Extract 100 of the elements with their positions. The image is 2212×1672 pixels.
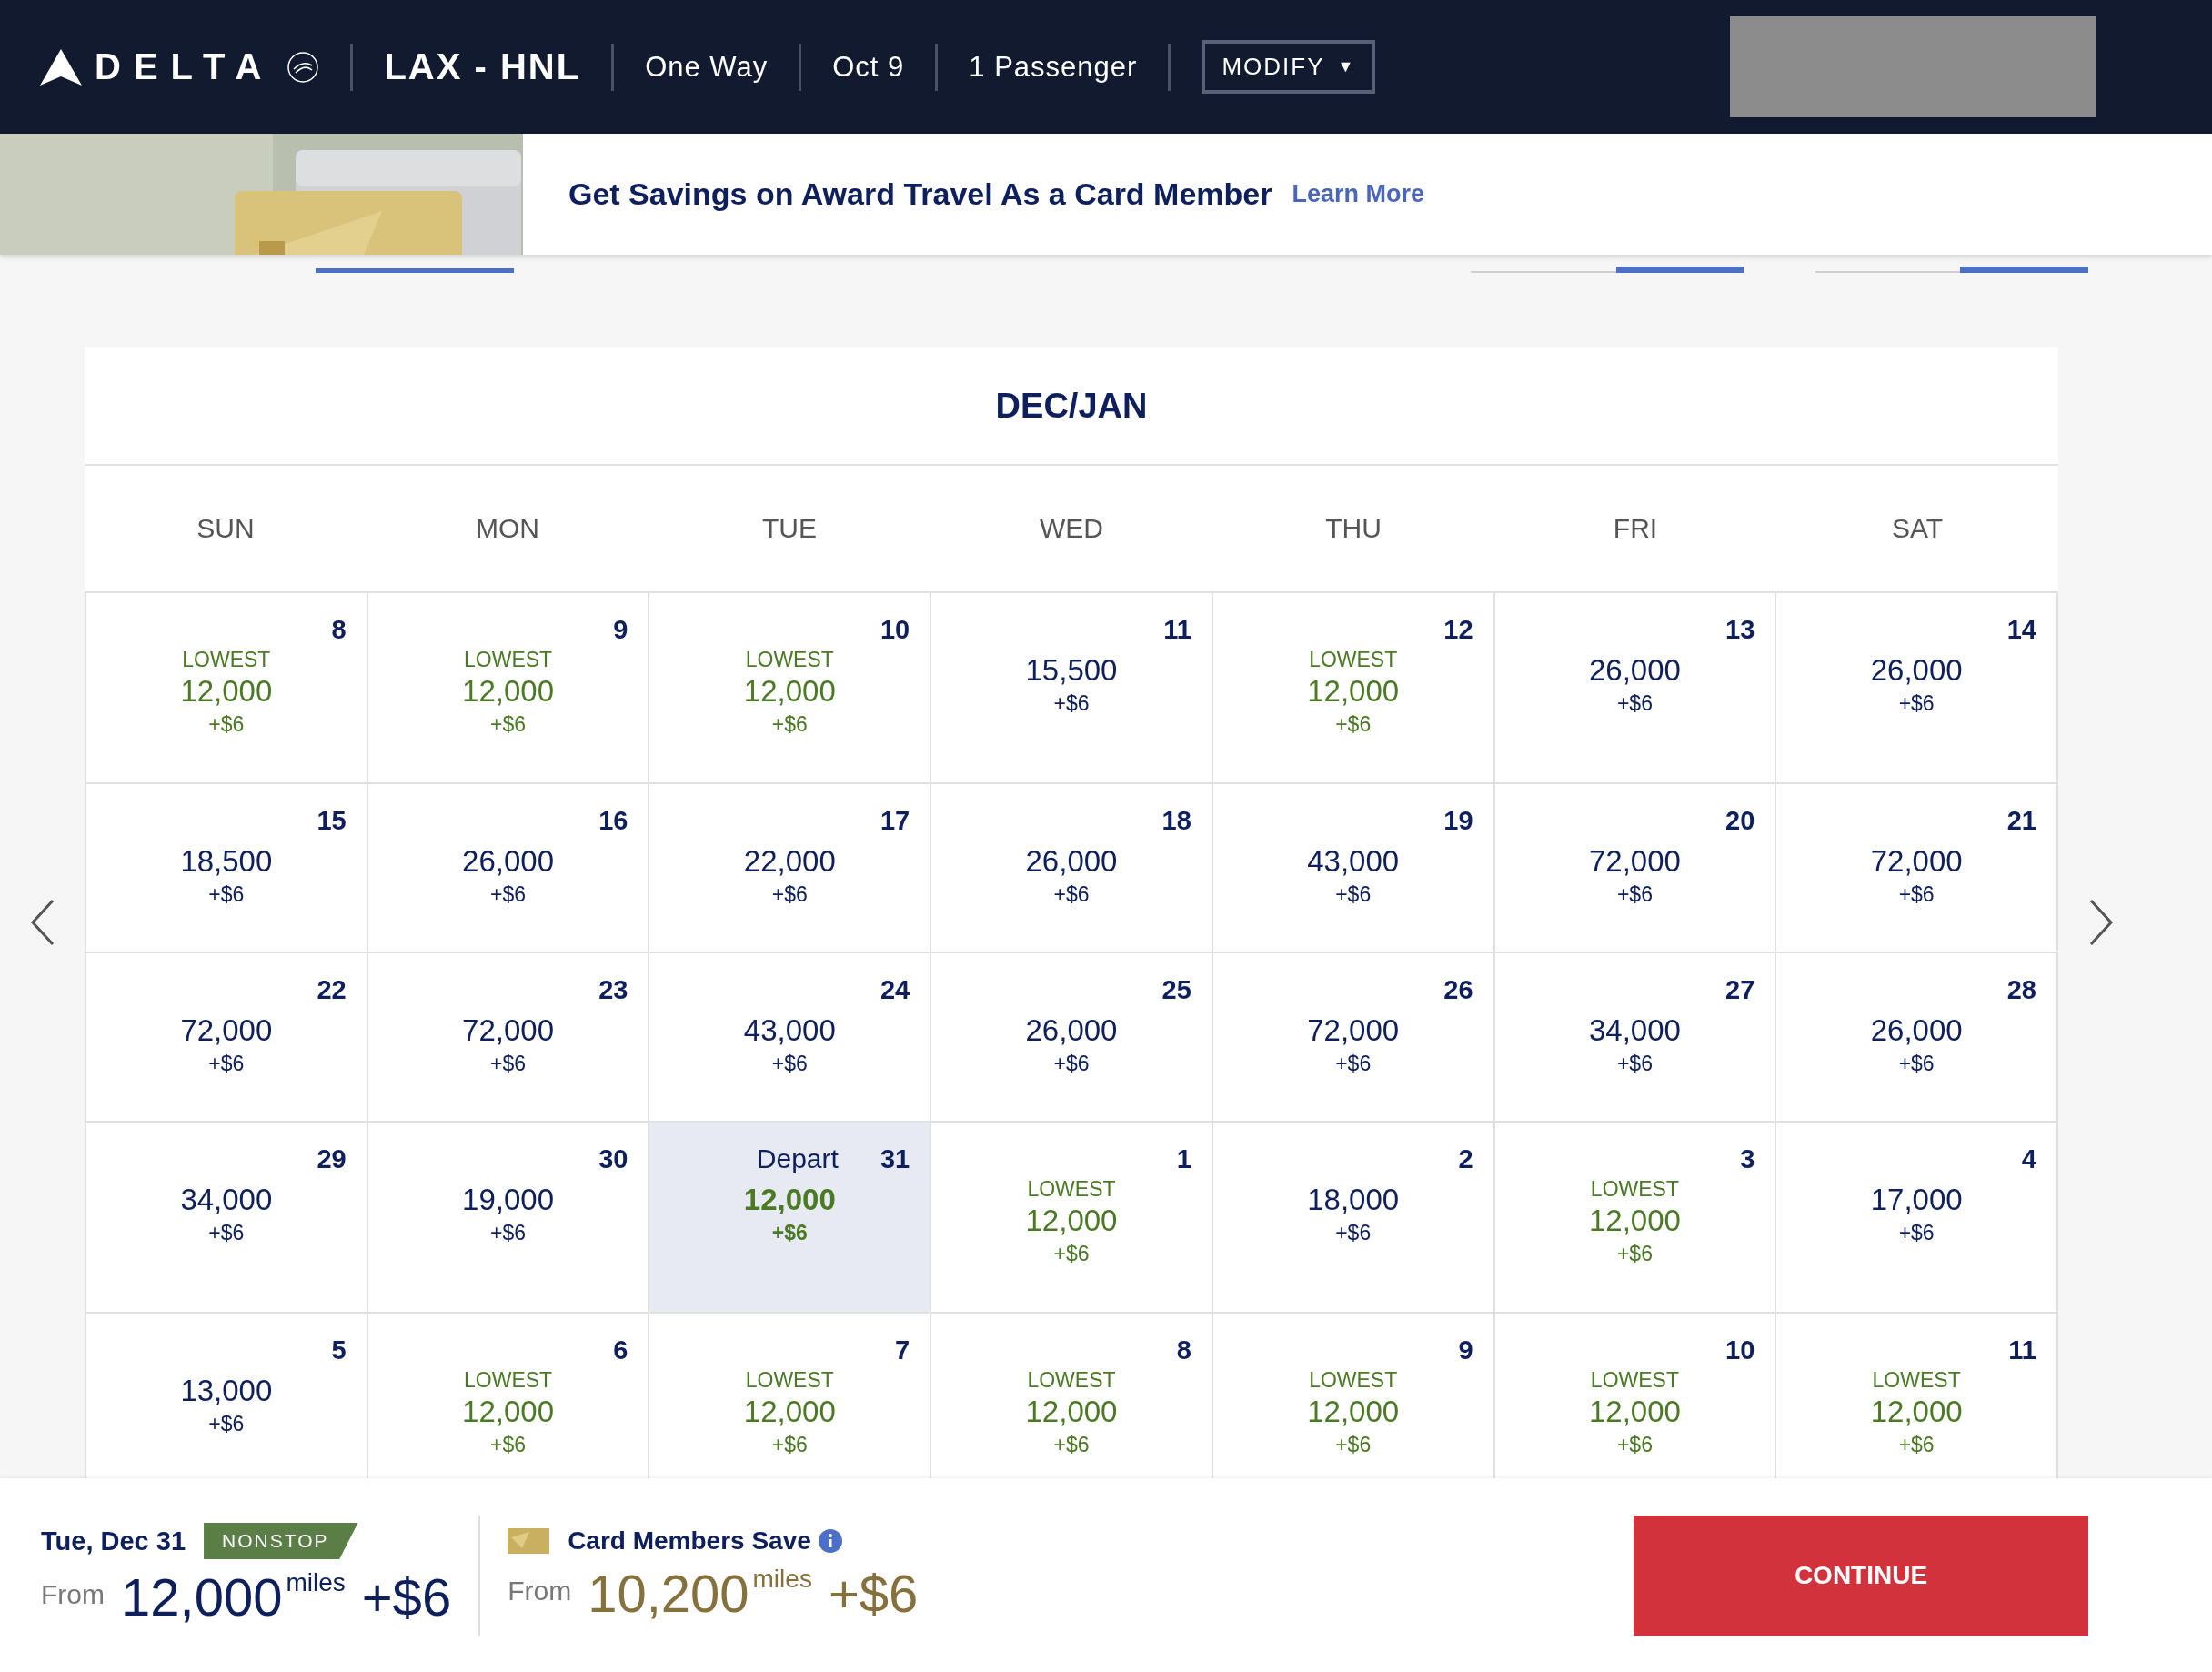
day-number: 21 xyxy=(2006,805,2036,836)
fee-amount: +$6 xyxy=(1053,882,1090,907)
date-cell[interactable]: 11 15,500 +$6 xyxy=(931,593,1213,784)
miles-price: 12,000 xyxy=(180,674,273,709)
fee-amount: +$6 xyxy=(1898,1052,1935,1076)
day-number: 16 xyxy=(598,805,628,836)
miles-price: 12,000 xyxy=(1870,1395,1963,1429)
date-cell[interactable]: 8 LOWEST 12,000 +$6 xyxy=(86,593,368,784)
miles-price: 12,000 xyxy=(743,674,836,709)
day-number: 9 xyxy=(613,614,628,645)
promo-headline: Get Savings on Award Travel As a Card Member xyxy=(568,176,1272,212)
month-title: DEC/JAN xyxy=(995,386,1148,426)
day-number: 1 xyxy=(1176,1143,1191,1174)
continue-button[interactable]: CONTINUE xyxy=(1634,1515,2088,1636)
fee-amount: +$6 xyxy=(208,1052,245,1076)
miles-total: 12,000 xyxy=(121,1566,283,1627)
fee-amount: +$6 xyxy=(490,882,527,907)
day-number: 12 xyxy=(1443,614,1473,645)
date-cell[interactable]: 4 17,000 +$6 xyxy=(1776,1123,2058,1314)
fee-amount: +$6 xyxy=(1616,1433,1653,1457)
day-number: 28 xyxy=(2006,974,2036,1005)
fee-amount: +$6 xyxy=(1898,691,1935,716)
fee-amount: +$6 xyxy=(771,1052,808,1076)
miles-price: 12,000 xyxy=(1588,1204,1681,1238)
lowest-label: LOWEST xyxy=(1590,1177,1679,1202)
travel-date: Oct 9 xyxy=(832,50,905,84)
miles-price: 12,000 xyxy=(743,1183,836,1217)
date-cell[interactable]: 17 22,000 +$6 xyxy=(649,784,932,953)
fee-amount: +$6 xyxy=(1053,1242,1090,1266)
date-cell[interactable]: 25 26,000 +$6 xyxy=(931,953,1213,1123)
date-cell[interactable]: 20 72,000 +$6 xyxy=(1494,784,1777,953)
day-number: 14 xyxy=(2006,614,2036,645)
miles-price: 19,000 xyxy=(462,1183,555,1217)
fee-total: +$6 xyxy=(361,1566,452,1627)
date-cell[interactable]: 3 LOWEST 12,000 +$6 xyxy=(1494,1123,1777,1314)
info-icon[interactable] xyxy=(818,1529,842,1553)
fee-amount: +$6 xyxy=(1053,1433,1090,1457)
lowest-label: LOWEST xyxy=(1027,1368,1116,1393)
miles-price: 26,000 xyxy=(1870,1013,1963,1048)
fee-amount: +$6 xyxy=(1616,1242,1653,1266)
day-number: 15 xyxy=(317,805,347,836)
globe-icon xyxy=(287,50,320,84)
miles-price: 18,500 xyxy=(180,844,273,879)
lowest-label: LOWEST xyxy=(1590,1368,1679,1393)
miles-price: 43,000 xyxy=(743,1013,836,1048)
date-cell[interactable]: 27 34,000 +$6 xyxy=(1494,953,1777,1123)
date-cell[interactable]: 30 19,000 +$6 xyxy=(367,1123,650,1314)
day-number: 8 xyxy=(331,614,347,645)
fee-amount: +$6 xyxy=(771,1221,808,1245)
date-cell[interactable]: 28 26,000 +$6 xyxy=(1776,953,2058,1123)
day-number: 10 xyxy=(1725,1335,1755,1365)
miles-price: 12,000 xyxy=(462,1395,555,1429)
miles-price: 12,000 xyxy=(1588,1395,1681,1429)
miles-price: 72,000 xyxy=(1588,844,1681,879)
date-cell[interactable]: 1 LOWEST 12,000 +$6 xyxy=(931,1123,1213,1314)
day-number: 19 xyxy=(1443,805,1473,836)
fee-total: +$6 xyxy=(828,1563,919,1624)
date-cell[interactable]: 23 72,000 +$6 xyxy=(367,953,650,1123)
fee-amount: +$6 xyxy=(1616,1052,1653,1076)
fee-amount: +$6 xyxy=(208,1412,245,1436)
fee-amount: +$6 xyxy=(771,1433,808,1457)
date-cell[interactable]: 29 34,000 +$6 xyxy=(86,1123,368,1314)
date-cell[interactable]: 26 72,000 +$6 xyxy=(1212,953,1495,1123)
date-cell[interactable]: 18 26,000 +$6 xyxy=(931,784,1213,953)
day-number: 25 xyxy=(1161,974,1191,1005)
date-cell[interactable]: 21 72,000 +$6 xyxy=(1776,784,2058,953)
date-cell[interactable]: 10 LOWEST 12,000 +$6 xyxy=(649,593,932,784)
day-number: 20 xyxy=(1725,805,1755,836)
triangle-logo-icon xyxy=(40,48,82,86)
day-number: 4 xyxy=(2021,1143,2036,1174)
date-cell[interactable]: 13 26,000 +$6 xyxy=(1494,593,1777,784)
date-cell[interactable]: 14 26,000 +$6 xyxy=(1776,593,2058,784)
date-cell[interactable]: Depart 31 12,000 +$6 xyxy=(649,1123,932,1314)
lowest-label: LOWEST xyxy=(1309,648,1398,672)
date-cell[interactable]: 9 LOWEST 12,000 +$6 xyxy=(367,593,650,784)
date-cell[interactable]: 12 LOWEST 12,000 +$6 xyxy=(1212,593,1495,784)
date-cell[interactable]: 15 18,500 +$6 xyxy=(86,784,368,953)
day-number: 24 xyxy=(880,974,910,1005)
date-cell[interactable]: 22 72,000 +$6 xyxy=(86,953,368,1123)
date-cell[interactable]: 2 18,000 +$6 xyxy=(1212,1123,1495,1314)
lowest-label: LOWEST xyxy=(745,1368,834,1393)
weekday-label: TUE xyxy=(761,513,818,544)
weekday-label: MON xyxy=(475,513,540,544)
passenger-count: 1 Passenger xyxy=(969,50,1138,84)
from-label: From xyxy=(508,1576,572,1607)
learn-more-link[interactable]: Learn More xyxy=(1292,180,1424,208)
date-cell[interactable]: 24 43,000 +$6 xyxy=(649,953,932,1123)
day-number: 23 xyxy=(598,974,628,1005)
fee-amount: +$6 xyxy=(1335,712,1372,737)
miles-price: 15,500 xyxy=(1025,653,1118,688)
modify-button[interactable]: MODIFY ▼ xyxy=(1202,40,1376,94)
date-cell[interactable]: 19 43,000 +$6 xyxy=(1212,784,1495,953)
miles-price: 72,000 xyxy=(180,1013,273,1048)
miles-price: 17,000 xyxy=(1870,1183,1963,1217)
depart-label: Depart xyxy=(756,1143,839,1174)
day-number: 3 xyxy=(1740,1143,1755,1174)
miles-price: 12,000 xyxy=(1025,1395,1118,1429)
date-cell[interactable]: 16 26,000 +$6 xyxy=(367,784,650,953)
previous-chevron-icon[interactable] xyxy=(28,898,56,947)
brand-name: DELTA xyxy=(95,46,275,87)
